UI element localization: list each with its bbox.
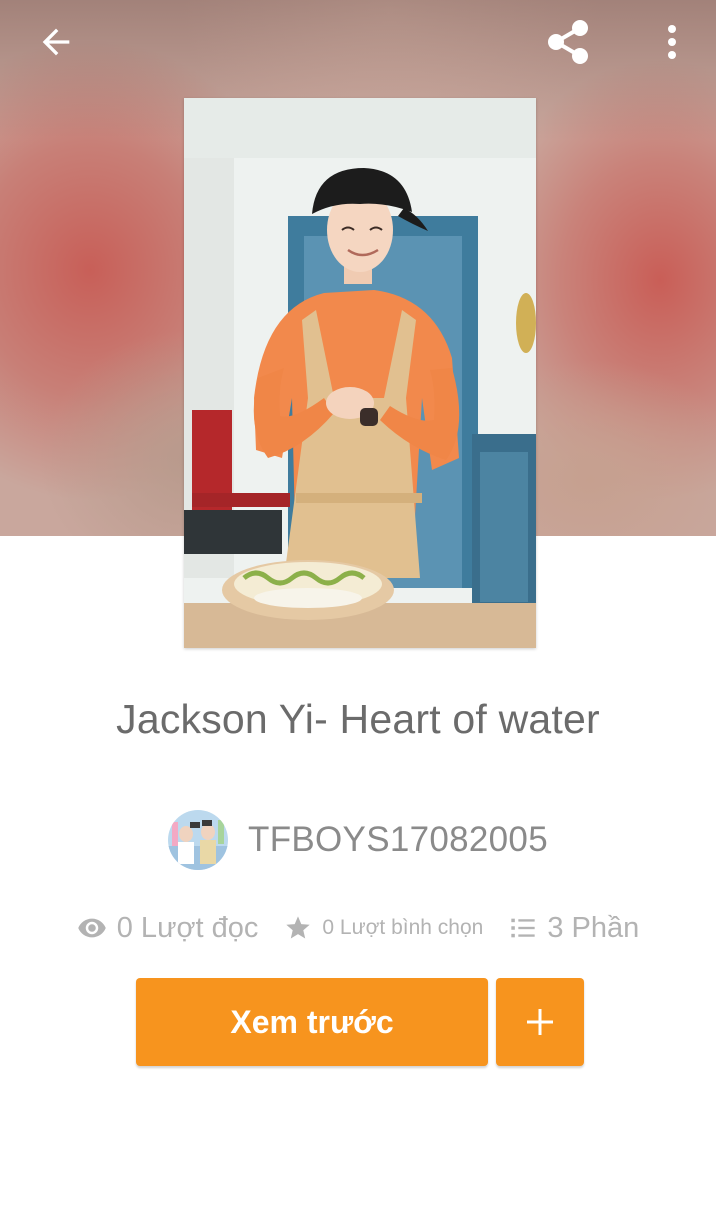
reads-count-label: 0 Lượt đọc xyxy=(116,911,259,944)
parts-count-label: 3 Phần xyxy=(547,911,640,944)
plus-icon xyxy=(527,1009,553,1035)
more-options-button[interactable] xyxy=(644,14,700,70)
author-row[interactable]: TFBOYS17082005 xyxy=(0,808,716,872)
votes-stat: 0 Lượt bình chọn xyxy=(284,914,483,942)
parts-stat: 3 Phần xyxy=(509,912,639,945)
story-title: Jackson Yi- Heart of water xyxy=(116,696,600,742)
preview-button[interactable]: Xem trước xyxy=(136,978,488,1066)
star-icon xyxy=(284,914,312,942)
story-cover-image[interactable] xyxy=(184,98,536,648)
arrow-left-icon xyxy=(42,28,70,56)
story-stats: 0 Lượt đọc 0 Lượt bình chọn 3 Phần xyxy=(0,902,716,954)
more-vertical-icon xyxy=(668,25,676,59)
share-button[interactable] xyxy=(540,14,596,70)
author-name[interactable]: TFBOYS17082005 xyxy=(248,820,548,860)
author-avatar[interactable] xyxy=(168,810,229,870)
share-icon xyxy=(548,20,588,64)
list-icon xyxy=(509,914,537,942)
eye-icon xyxy=(77,913,107,943)
back-button[interactable] xyxy=(28,14,84,70)
reads-stat: 0 Lượt đọc xyxy=(77,911,259,945)
add-to-library-button[interactable] xyxy=(496,978,584,1066)
votes-count-label: 0 Lượt bình chọn xyxy=(322,916,484,939)
